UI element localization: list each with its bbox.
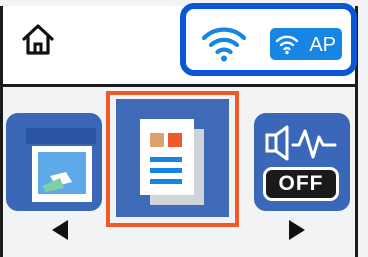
sound-off-badge: OFF [263,167,339,201]
arrow-left-icon[interactable] [52,220,68,240]
sound-icon [265,125,337,161]
home-icon[interactable] [20,22,56,58]
sound-off-label: OFF [278,172,324,195]
wifi-signal-icon [201,27,247,62]
ap-label: AP [309,33,336,56]
printer-control-panel: AP OFF [0,0,368,257]
scan-to-computer-icon [26,128,96,202]
copy-document-icon [140,119,204,205]
arrow-right-icon[interactable] [289,220,305,240]
wifi-direct-icon [275,35,299,55]
ap-mode-badge: AP [270,28,342,60]
